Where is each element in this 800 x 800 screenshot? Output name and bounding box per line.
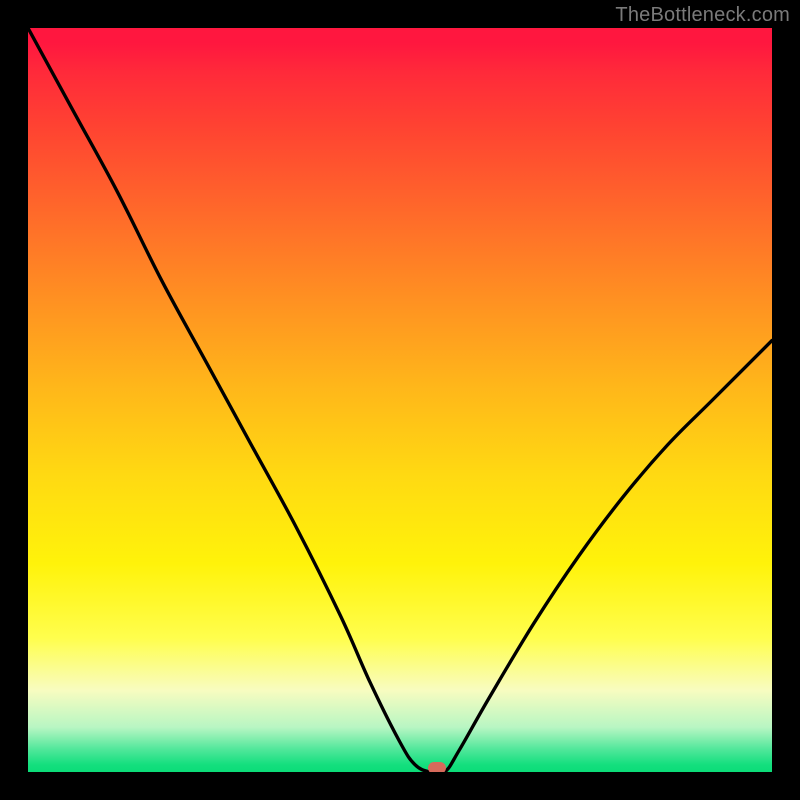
watermark-text: TheBottleneck.com <box>615 4 790 27</box>
bottleneck-curve <box>28 28 772 772</box>
optimum-marker <box>428 762 446 772</box>
plot-area <box>28 28 772 772</box>
chart-frame: TheBottleneck.com <box>0 0 800 800</box>
